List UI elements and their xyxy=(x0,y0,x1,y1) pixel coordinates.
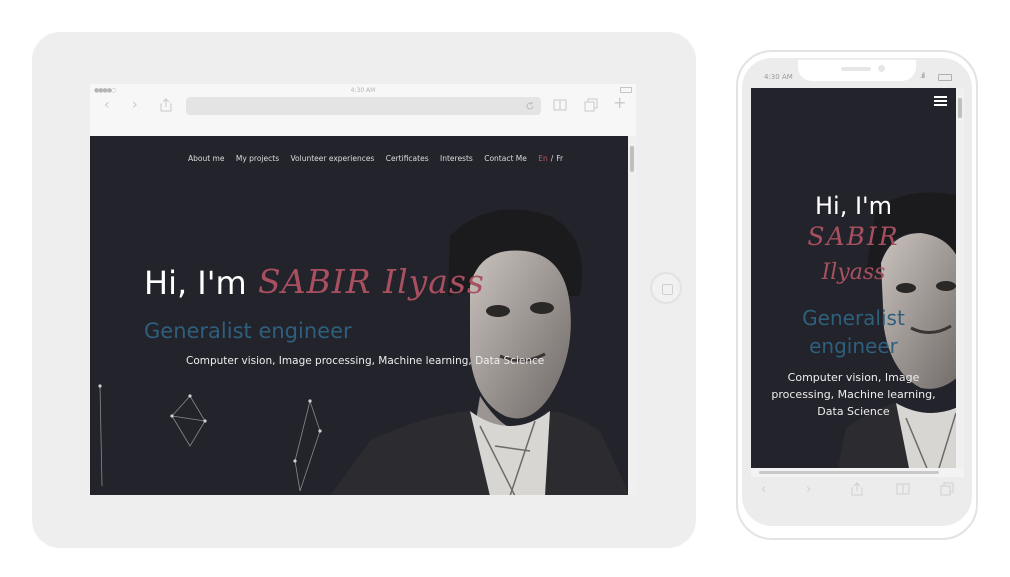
share-icon[interactable] xyxy=(160,98,172,112)
phone-browser-toolbar: ‹ › xyxy=(751,478,964,506)
phone-status-time: 4:30 AM xyxy=(764,73,793,81)
forward-icon[interactable]: › xyxy=(132,98,138,112)
tabs-icon[interactable] xyxy=(584,98,598,112)
nav-volunteer-experiences[interactable]: Volunteer experiences xyxy=(291,154,375,163)
hero-role-line2: engineer xyxy=(809,334,898,358)
hero-skills: Computer vision, Image processing, Machi… xyxy=(771,371,936,418)
share-icon[interactable] xyxy=(851,482,863,496)
phone-notch xyxy=(798,60,916,81)
nav-contact-me[interactable]: Contact Me xyxy=(484,154,527,163)
tablet-top-nav: About me My projects Volunteer experienc… xyxy=(188,154,572,163)
nav-about-me[interactable]: About me xyxy=(188,154,224,163)
reload-icon[interactable] xyxy=(525,101,535,111)
constellation-decoration xyxy=(98,384,322,492)
lang-fr-link[interactable]: Fr xyxy=(556,154,563,163)
phone-web-page: Hi, I'm SABIR Ilyass Generalist engineer… xyxy=(751,88,956,468)
lang-separator: / xyxy=(550,154,554,163)
hero-greeting: Hi, I'm xyxy=(814,192,893,220)
tablet-status-bar: ●●●●○ 4:30 AM xyxy=(90,84,636,96)
plus-icon[interactable]: + xyxy=(613,95,626,111)
tablet-screen: ●●●●○ 4:30 AM ‹ › + About me My projects… xyxy=(90,84,636,495)
nav-my-projects[interactable]: My projects xyxy=(236,154,279,163)
lang-en-link[interactable]: En xyxy=(538,154,548,163)
hero-name: SABIR Ilyass xyxy=(258,262,485,301)
back-icon[interactable]: ‹ xyxy=(104,98,110,112)
nav-certificates[interactable]: Certificates xyxy=(386,154,429,163)
hero-role: Generalist engineer xyxy=(144,319,352,343)
battery-icon xyxy=(938,74,952,81)
tabs-icon[interactable] xyxy=(940,482,954,496)
portrait-image xyxy=(330,209,628,495)
book-icon[interactable] xyxy=(896,483,910,495)
hero-greeting: Hi, I'm xyxy=(144,264,247,302)
phone-horizontal-scrollbar[interactable] xyxy=(751,468,964,477)
tablet-browser-toolbar: ‹ › + xyxy=(90,95,636,136)
nav-interests[interactable]: Interests xyxy=(440,154,473,163)
tablet-web-page: About me My projects Volunteer experienc… xyxy=(90,136,628,495)
back-icon[interactable]: ‹ xyxy=(761,482,766,497)
hero-name-line2: Ilyass xyxy=(821,260,886,285)
tablet-status-time: 4:30 AM xyxy=(350,87,376,94)
hamburger-menu-icon[interactable] xyxy=(934,96,947,107)
tablet-home-button[interactable] xyxy=(650,272,682,304)
phone-scrollbar[interactable] xyxy=(956,88,964,468)
address-bar[interactable] xyxy=(186,97,541,115)
book-icon[interactable] xyxy=(553,99,567,111)
signal-icon: .ıll xyxy=(920,72,925,80)
hero-skills: Computer vision, Image processing, Machi… xyxy=(186,355,545,367)
hero-name-line1: SABIR xyxy=(807,222,900,251)
hero-role-line1: Generalist xyxy=(802,306,905,330)
tablet-scrollbar[interactable] xyxy=(628,136,636,495)
forward-icon[interactable]: › xyxy=(806,482,811,497)
